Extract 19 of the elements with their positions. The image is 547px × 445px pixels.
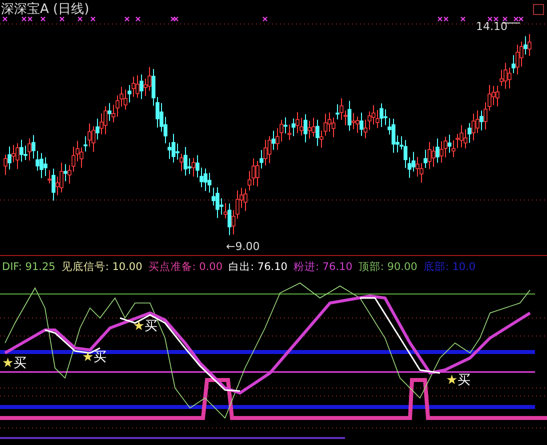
chart-title: 深深宝A (日线): [1, 1, 90, 18]
star-icon: ★: [2, 357, 14, 371]
window-square-icon[interactable]: [533, 4, 544, 15]
legend-item: 买点准备: 0.00: [148, 260, 223, 274]
legend-item: 底部: 10.0: [423, 260, 476, 274]
star-icon: ★: [133, 320, 145, 334]
buy-signal-label: 买: [14, 357, 27, 371]
buy-signal-label: 买: [458, 374, 471, 388]
buy-signal-label: 买: [144, 320, 158, 334]
price-label: 14.10: [476, 20, 508, 33]
legend-item: 白出: 76.10: [228, 260, 288, 274]
star-icon: ★: [82, 351, 94, 365]
buy-signal-label: 买: [94, 351, 107, 365]
legend-item: 顶部: 90.00: [358, 260, 418, 274]
star-icon: ★: [446, 374, 458, 388]
price-label: ←9.00: [226, 240, 260, 253]
legend-item: 见底信号: 10.00: [61, 260, 142, 274]
legend-item: 粉进: 76.10: [293, 260, 352, 274]
legend-item: DIF: 91.25: [2, 261, 56, 273]
